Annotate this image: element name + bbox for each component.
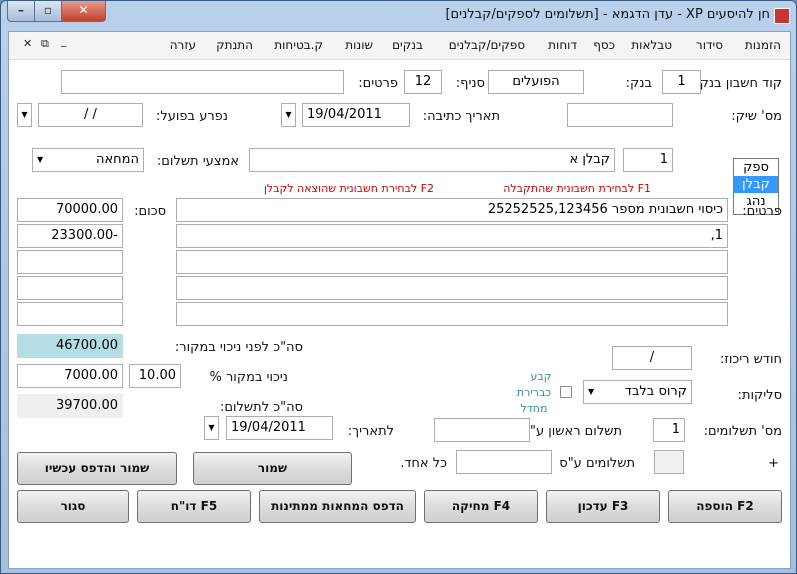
- details-top-label: פרטים:: [358, 76, 398, 91]
- app-icon: [774, 8, 790, 24]
- menu-reports[interactable]: דוחות: [548, 38, 577, 52]
- line-amount-1[interactable]: 70000.00: [17, 198, 123, 222]
- close-window-button[interactable]: ✕: [61, 1, 106, 22]
- line-detail-5[interactable]: [176, 302, 728, 326]
- menu-vendors[interactable]: ספקים/קבלנים: [449, 38, 525, 52]
- save-button[interactable]: שמור: [193, 452, 352, 485]
- payments-amount-input[interactable]: [456, 450, 552, 474]
- actual-paid-dropdown-icon[interactable]: ▼: [17, 103, 32, 127]
- consolidation-month-label: חודש ריכוז:: [719, 352, 782, 367]
- clearing-dropdown-icon[interactable]: ▼: [588, 387, 594, 396]
- to-date-input[interactable]: 19/04/2011: [226, 416, 333, 440]
- total-pay-value: 39700.00: [17, 394, 123, 418]
- menu-schedule[interactable]: סידור: [696, 38, 723, 52]
- line-detail-2[interactable]: 1,: [176, 224, 728, 248]
- menu-bar: ✕ ⧉ _ הזמנות סידור טבלאות כסף דוחות ספקי…: [9, 32, 790, 60]
- clearing-select[interactable]: קרוס בלבד: [583, 380, 692, 404]
- details-top-input[interactable]: [61, 70, 344, 94]
- check-number-label: מס' שיק:: [731, 109, 782, 124]
- mdi-close-icon[interactable]: ✕: [23, 37, 32, 50]
- delete-button[interactable]: מחיקה F4: [424, 490, 538, 523]
- amount-label: סכום:: [134, 204, 166, 219]
- clearing-label: סליקות:: [737, 388, 782, 403]
- title-bar: חן להיסעים XP - עדן הדגמא - [תשלומים לספ…: [1, 1, 796, 31]
- to-date-dropdown-icon[interactable]: ▼: [204, 416, 219, 440]
- write-date-input[interactable]: 19/04/2011: [302, 103, 410, 127]
- payment-method-label: אמצעי תשלום:: [156, 154, 239, 169]
- to-date-label: לתאריך:: [347, 424, 394, 439]
- actual-paid-input[interactable]: / /: [38, 103, 143, 127]
- installments-input[interactable]: 1: [653, 418, 685, 442]
- consolidation-month-input[interactable]: /: [612, 346, 692, 370]
- list-item[interactable]: ספק: [734, 159, 778, 176]
- add-button[interactable]: הוספה F2: [668, 490, 782, 523]
- bank-account-label: קוד חשבון בנק:: [695, 76, 782, 91]
- default-label-3: מחדל: [520, 402, 548, 415]
- first-payment-label: תשלום ראשון ע"ס:: [517, 424, 622, 439]
- menu-logout[interactable]: התנתק: [216, 38, 253, 52]
- menu-tables[interactable]: טבלאות: [631, 38, 672, 52]
- mdi-restore-icon[interactable]: ⧉: [41, 37, 49, 51]
- default-checkbox[interactable]: [560, 386, 572, 398]
- menu-money[interactable]: כסף: [593, 38, 615, 52]
- contractor-name-field[interactable]: קבלן א: [249, 148, 615, 172]
- payments-label: תשלומים ע"ס: [559, 456, 635, 471]
- actual-paid-label: נפרע בפועל:: [155, 109, 228, 124]
- print-checks-button[interactable]: הדפס המחאות ממתינות: [259, 490, 416, 523]
- first-payment-input[interactable]: [434, 418, 530, 442]
- list-item[interactable]: קבלן: [734, 176, 778, 193]
- line-amount-3[interactable]: [17, 250, 123, 274]
- maximize-button[interactable]: ▫: [34, 1, 62, 22]
- contractor-code-input[interactable]: 1: [623, 148, 673, 172]
- withholding-label: ניכוי במקור %: [209, 370, 288, 385]
- save-print-button[interactable]: שמור והדפס עכשיו: [17, 452, 177, 485]
- hint-f1: F1 לבחירת חשבונית שהתקבלה: [503, 182, 651, 195]
- line-amount-4[interactable]: [17, 276, 123, 300]
- bank-label: בנק:: [625, 76, 652, 91]
- plus-label: +: [768, 456, 779, 471]
- total-pay-label: סה"כ לתשלום:: [220, 400, 303, 415]
- default-label-2: כברירת: [516, 386, 552, 399]
- installments-label: מס' תשלומים:: [703, 424, 782, 439]
- report-button[interactable]: דו"ח F5: [137, 490, 251, 523]
- line-detail-4[interactable]: [176, 276, 728, 300]
- payment-form: קוד חשבון בנק: 1 בנק: הפועלים סניף: 12 פ…: [9, 60, 790, 568]
- menu-misc[interactable]: שונות: [345, 38, 373, 52]
- bank-account-input[interactable]: 1: [662, 70, 701, 94]
- close-button[interactable]: סגור: [17, 490, 129, 523]
- write-date-label: תאריך כתיבה:: [422, 109, 500, 124]
- hint-f2: F2 לבחירת חשבונית שהוצאה לקבלן: [263, 182, 434, 195]
- bank-name-field[interactable]: הפועלים: [488, 70, 584, 94]
- update-button[interactable]: עדכון F3: [546, 490, 660, 523]
- line-amount-2[interactable]: 23300.00-: [17, 224, 123, 248]
- menu-banks[interactable]: בנקים: [392, 38, 423, 52]
- withholding-percent-input[interactable]: 10.00: [129, 364, 181, 388]
- total-before-value: 46700.00: [17, 334, 123, 358]
- line-amount-5[interactable]: [17, 302, 123, 326]
- payment-method-select[interactable]: המחאה: [32, 148, 144, 172]
- details-label: פרטים:: [742, 204, 782, 219]
- branch-field[interactable]: 12: [404, 70, 442, 94]
- write-date-dropdown-icon[interactable]: ▼: [281, 103, 296, 127]
- branch-label: סניף:: [455, 76, 485, 91]
- line-detail-3[interactable]: [176, 250, 728, 274]
- minimize-button[interactable]: –: [7, 1, 35, 22]
- payments-count-input[interactable]: [654, 450, 684, 474]
- line-detail-1[interactable]: כיסוי חשבונית מספר 25252525,123456: [176, 198, 728, 222]
- payment-method-dropdown-icon[interactable]: ▼: [37, 155, 43, 164]
- menu-help[interactable]: עזרה: [170, 38, 196, 52]
- window-title: חן להיסעים XP - עדן הדגמא - [תשלומים לספ…: [445, 7, 770, 22]
- total-before-label: סה"כ לפני ניכוי במקור:: [174, 340, 303, 355]
- mdi-minimize-icon[interactable]: _: [61, 34, 67, 47]
- menu-orders[interactable]: הזמנות: [745, 38, 781, 52]
- check-number-input[interactable]: [567, 103, 673, 127]
- withholding-amount-input[interactable]: 7000.00: [17, 364, 123, 388]
- menu-safety[interactable]: ק.בטיחות: [274, 38, 323, 52]
- client-area: ✕ ⧉ _ הזמנות סידור טבלאות כסף דוחות ספקי…: [8, 31, 791, 569]
- default-label-1: קבע: [530, 370, 552, 383]
- application-window: חן להיסעים XP - עדן הדגמא - [תשלומים לספ…: [0, 0, 797, 574]
- each-label: כל אחד.: [400, 456, 447, 471]
